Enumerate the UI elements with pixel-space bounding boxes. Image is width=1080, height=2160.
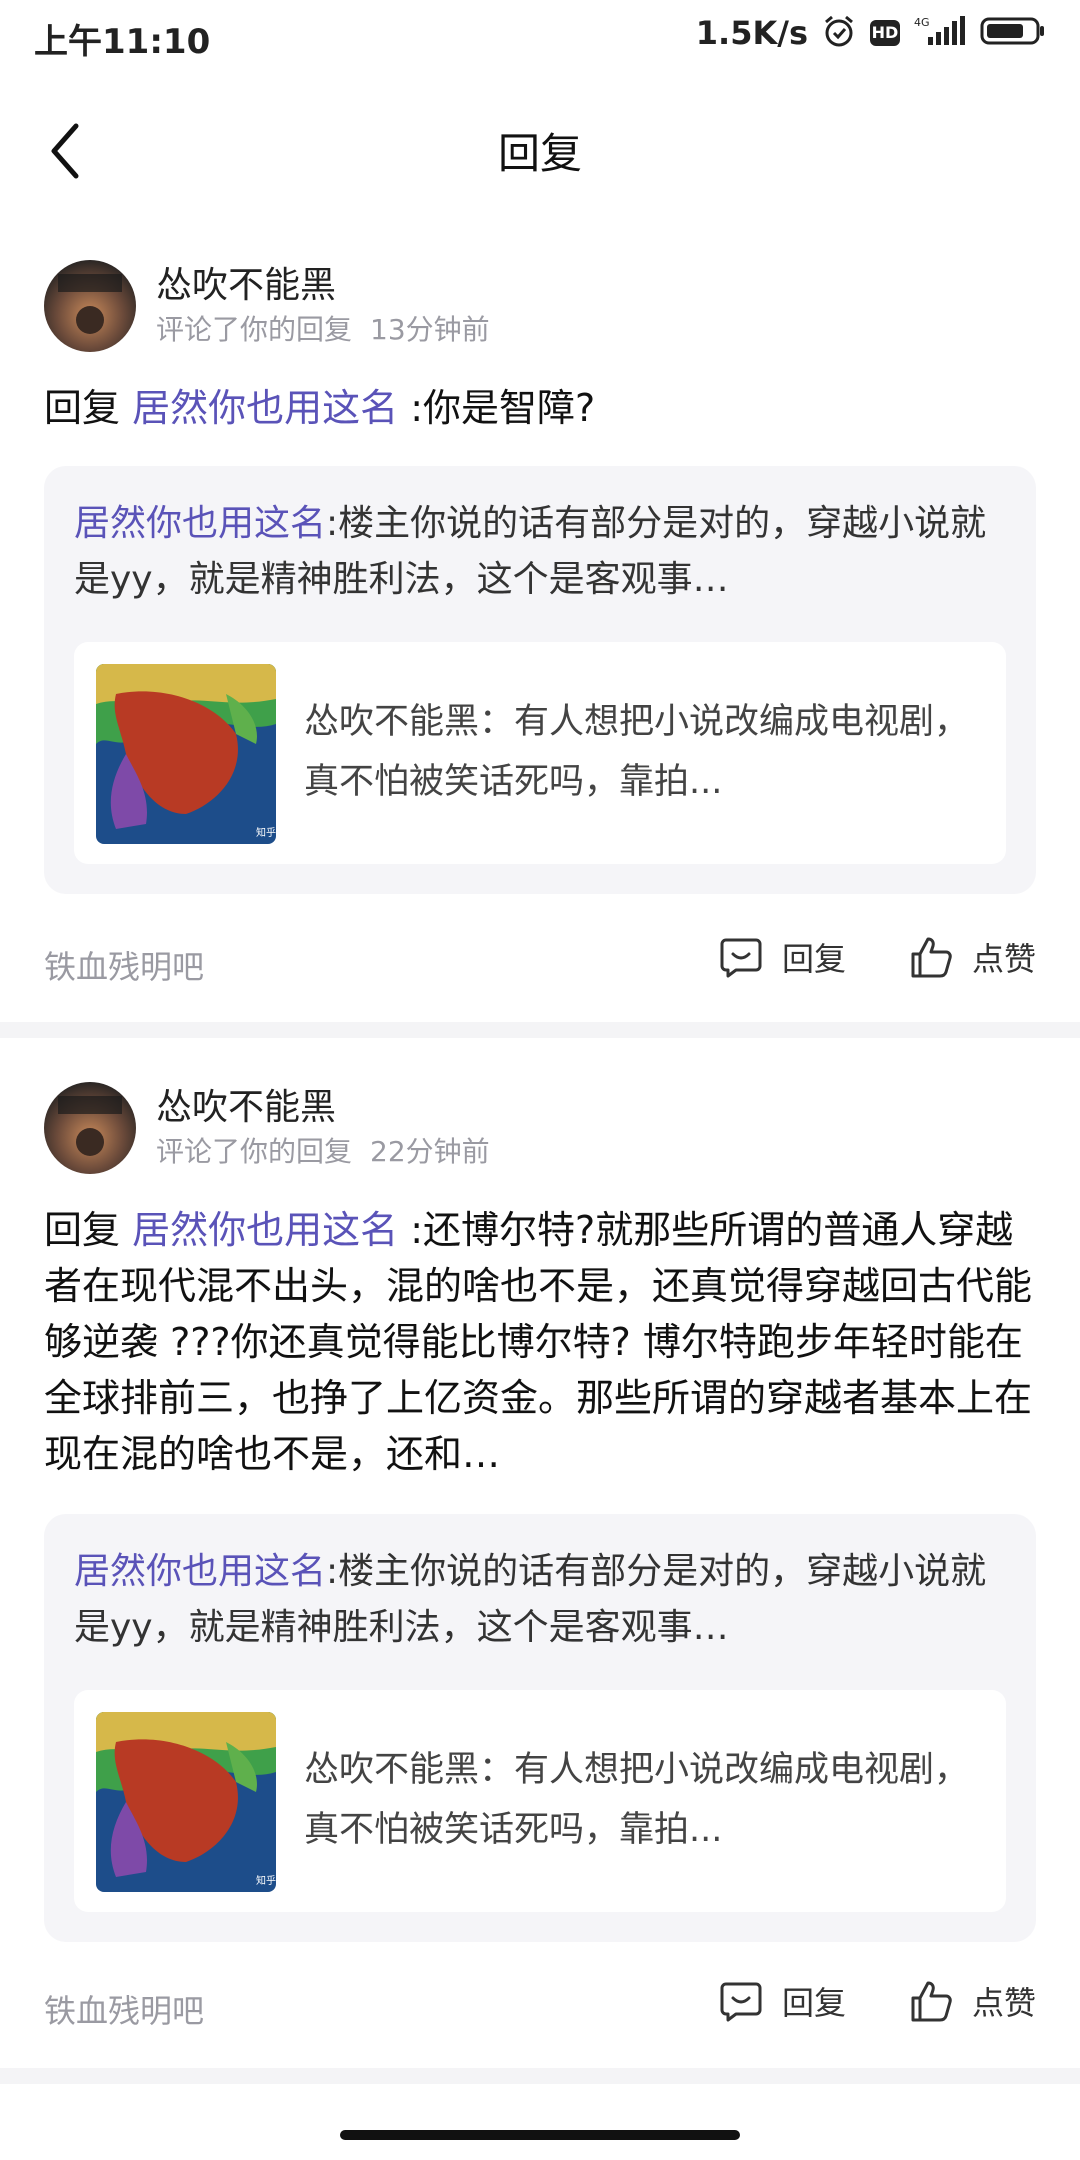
original-post-card[interactable]: 知乎 怂吹不能黑：有人想把小说改编成电视剧，真不怕被笑话死吗，靠拍... xyxy=(74,642,1006,864)
mention-link[interactable]: 居然你也用这名 xyxy=(132,1208,398,1252)
reply-button[interactable]: 回复 xyxy=(718,934,846,980)
card-footer: 铁血残明吧 回复 点赞 xyxy=(44,934,1036,994)
avatar[interactable] xyxy=(44,260,136,352)
battery-icon xyxy=(980,16,1046,50)
card-divider xyxy=(0,2068,1080,2084)
mention-link[interactable]: 居然你也用这名 xyxy=(132,386,398,430)
like-label: 点赞 xyxy=(971,1984,1036,2022)
action-text: 评论了你的回复 xyxy=(156,313,353,346)
original-post-text: 怂吹不能黑：有人想把小说改编成电视剧，真不怕被笑话死吗，靠拍... xyxy=(304,1750,970,1850)
quote-text: 居然你也用这名:楼主你说的话有部分是对的，穿越小说就是yy，就是精神胜利法，这个… xyxy=(74,1544,1014,1656)
forum-name[interactable]: 铁血残明吧 xyxy=(44,942,204,988)
reply-content[interactable]: 回复 居然你也用这名 :你是智障? xyxy=(44,380,1036,436)
card-footer: 铁血残明吧 回复 点赞 xyxy=(44,1978,1036,2038)
comment-meta: 评论了你的回复 22分钟前 xyxy=(156,1130,490,1170)
like-button[interactable]: 点赞 xyxy=(908,934,1036,980)
username[interactable]: 怂吹不能黑 xyxy=(156,1078,336,1130)
comment-meta: 评论了你的回复 13分钟前 xyxy=(156,308,490,348)
timestamp: 22分钟前 xyxy=(370,1135,490,1168)
action-text: 评论了你的回复 xyxy=(156,1135,353,1168)
reply-button[interactable]: 回复 xyxy=(718,1978,846,2024)
reply-prefix: 回复 xyxy=(44,386,121,430)
avatar[interactable] xyxy=(44,1082,136,1174)
quoted-comment[interactable]: 居然你也用这名:楼主你说的话有部分是对的，穿越小说就是yy，就是精神胜利法，这个… xyxy=(44,466,1036,894)
forum-name[interactable]: 铁血残明吧 xyxy=(44,1986,204,2032)
quoted-comment[interactable]: 居然你也用这名:楼主你说的话有部分是对的，穿越小说就是yy，就是精神胜利法，这个… xyxy=(44,1514,1036,1942)
hd-icon: HD xyxy=(870,20,900,46)
reply-label: 回复 xyxy=(781,940,846,978)
quote-text: 居然你也用这名:楼主你说的话有部分是对的，穿越小说就是yy，就是精神胜利法，这个… xyxy=(74,496,1014,608)
notification-card[interactable]: 怂吹不能黑 评论了你的回复 13分钟前 回复 居然你也用这名 :你是智障? 居然你… xyxy=(0,240,1080,1022)
network-speed: 1.5K/s xyxy=(695,14,808,52)
header: 回复 xyxy=(0,90,1080,210)
like-label: 点赞 xyxy=(971,940,1036,978)
reply-label: 回复 xyxy=(781,1984,846,2022)
status-bar: 上午11:10 1.5K/s HD 4G xyxy=(0,0,1080,76)
watermark: 知乎 xyxy=(256,826,276,839)
signal-icon: 4G xyxy=(914,15,966,51)
timestamp: 13分钟前 xyxy=(370,313,490,346)
home-indicator[interactable] xyxy=(340,2130,740,2140)
reply-body: :你是智障? xyxy=(410,386,596,430)
thumbs-up-icon xyxy=(911,937,952,978)
original-post-text: 怂吹不能黑：有人想把小说改编成电视剧，真不怕被笑话死吗，靠拍... xyxy=(304,702,970,802)
watermark: 知乎 xyxy=(256,1874,276,1887)
card-divider xyxy=(0,1022,1080,1038)
notification-card[interactable]: 怂吹不能黑 评论了你的回复 22分钟前 回复 居然你也用这名 :还博尔特?就那些所… xyxy=(0,1062,1080,2068)
username[interactable]: 怂吹不能黑 xyxy=(156,256,336,308)
status-icons: 1.5K/s HD 4G xyxy=(696,14,1046,52)
post-thumbnail: 知乎 xyxy=(96,1712,276,1892)
comment-icon xyxy=(720,1982,762,2022)
post-thumbnail: 知乎 xyxy=(96,664,276,844)
svg-text:4G: 4G xyxy=(914,16,930,29)
quote-author-link[interactable]: 居然你也用这名 xyxy=(74,503,326,544)
status-time: 上午11:10 xyxy=(34,22,211,62)
comment-icon xyxy=(720,938,762,978)
reply-prefix: 回复 xyxy=(44,1208,121,1252)
original-post-card[interactable]: 知乎 怂吹不能黑：有人想把小说改编成电视剧，真不怕被笑话死吗，靠拍... xyxy=(74,1690,1006,1912)
quote-author-link[interactable]: 居然你也用这名 xyxy=(74,1551,326,1592)
like-button[interactable]: 点赞 xyxy=(908,1978,1036,2024)
alarm-icon xyxy=(822,14,856,52)
thumbs-up-icon xyxy=(911,1981,952,2022)
page-title: 回复 xyxy=(497,129,582,178)
reply-content[interactable]: 回复 居然你也用这名 :还博尔特?就那些所谓的普通人穿越者在现代混不出头，混的啥… xyxy=(44,1202,1036,1482)
